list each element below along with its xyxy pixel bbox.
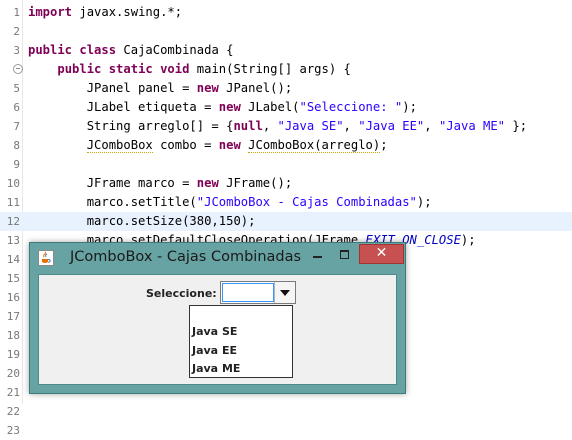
- combo-box[interactable]: [220, 281, 296, 304]
- code-text: JPanel panel = new JPanel();: [28, 81, 293, 95]
- code-line[interactable]: 5 JPanel panel = new JPanel();: [0, 79, 572, 98]
- code-line[interactable]: 7 String arreglo[] = {null, "Java SE", "…: [0, 117, 572, 136]
- line-number: 1: [13, 6, 20, 19]
- code-line[interactable]: 23: [0, 421, 572, 440]
- java-cup-icon: [38, 250, 54, 266]
- window-titlebar[interactable]: JComboBox - Cajas Combinadas ✕: [30, 243, 405, 273]
- code-text: marco.setTitle("JComboBox - Cajas Combin…: [28, 195, 432, 209]
- line-number: 17: [6, 310, 20, 323]
- combo-dropdown-list[interactable]: Java SE Java EE Java ME: [189, 305, 293, 378]
- line-number: 22: [6, 405, 20, 418]
- line-number: 18: [6, 329, 20, 342]
- line-number: 23: [6, 424, 20, 437]
- code-text: import javax.swing.*;: [28, 5, 183, 19]
- code-text: JFrame marco = new JFrame();: [28, 176, 293, 190]
- maximize-button[interactable]: [332, 245, 358, 263]
- code-line[interactable]: 2: [0, 22, 572, 41]
- line-number: 19: [6, 348, 20, 361]
- code-line[interactable]: 6 JLabel etiqueta = new JLabel("Seleccio…: [0, 98, 572, 117]
- line-number: 7: [13, 120, 20, 133]
- code-text: public class CajaCombinada {: [28, 43, 234, 57]
- line-number: 8: [13, 139, 20, 152]
- code-line[interactable]: 3 public class CajaCombinada {: [0, 41, 572, 60]
- line-number: 13: [6, 234, 20, 247]
- fold-collapse-icon[interactable]: −: [13, 64, 23, 74]
- line-number: 16: [6, 291, 20, 304]
- line-number: 9: [13, 158, 20, 171]
- line-number: 6: [13, 101, 20, 114]
- code-line[interactable]: 8 JComboBox combo = new JComboBox(arregl…: [0, 136, 572, 155]
- combo-option-java-me[interactable]: Java ME: [192, 360, 290, 378]
- code-line[interactable]: 4− public static void main(String[] args…: [0, 60, 572, 79]
- code-line[interactable]: 10 JFrame marco = new JFrame();: [0, 174, 572, 193]
- chevron-down-icon[interactable]: [274, 282, 295, 303]
- minimize-button[interactable]: [305, 245, 331, 263]
- line-number: 15: [6, 272, 20, 285]
- code-text: String arreglo[] = {null, "Java SE", "Ja…: [28, 119, 528, 133]
- code-line[interactable]: 11 marco.setTitle("JComboBox - Cajas Com…: [0, 193, 572, 212]
- code-line[interactable]: 12 marco.setSize(380,150);: [0, 212, 572, 231]
- line-number: 12: [6, 215, 20, 228]
- close-button[interactable]: ✕: [359, 244, 404, 264]
- line-number: 11: [6, 196, 20, 209]
- code-text: JComboBox combo = new JComboBox(arreglo)…: [86, 138, 388, 153]
- line-number: 10: [6, 177, 20, 190]
- code-text: public static void main(String[] args) {: [57, 62, 351, 76]
- window-title: JComboBox - Cajas Combinadas: [70, 249, 302, 265]
- code-line[interactable]: 9: [0, 155, 572, 174]
- code-line[interactable]: 22: [0, 402, 572, 421]
- seleccione-label: Seleccione:: [146, 287, 217, 300]
- combo-option-java-se[interactable]: Java SE: [192, 323, 290, 341]
- line-number: 5: [13, 82, 20, 95]
- code-text: JLabel etiqueta = new JLabel("Seleccione…: [28, 100, 417, 114]
- combo-selected-value[interactable]: [222, 283, 274, 302]
- code-line[interactable]: 1 import javax.swing.*;: [0, 3, 572, 22]
- close-icon: ✕: [375, 245, 388, 261]
- line-number: 3: [13, 44, 20, 57]
- line-number: 2: [13, 25, 20, 38]
- line-number: 21: [6, 386, 20, 399]
- combo-option-java-ee[interactable]: Java EE: [192, 342, 290, 360]
- line-number: 14: [6, 253, 20, 266]
- line-number: 20: [6, 367, 20, 380]
- code-text: marco.setSize(380,150);: [28, 214, 256, 228]
